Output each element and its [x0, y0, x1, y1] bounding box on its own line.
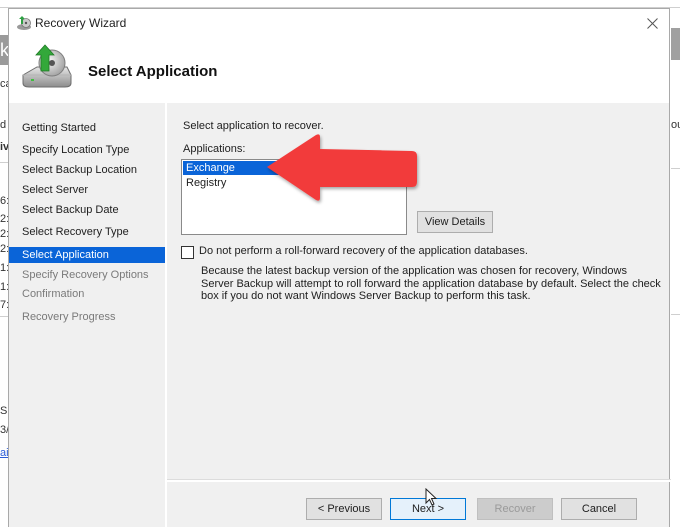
step-select-backup-date: Select Backup Date [22, 204, 119, 216]
list-item-registry[interactable]: Registry [183, 176, 405, 190]
recovery-wizard-icon [17, 16, 31, 30]
background-divider [671, 168, 680, 169]
background-divider [0, 162, 8, 163]
step-select-backup-location: Select Backup Location [22, 164, 137, 176]
background-text-fragment: ca [0, 78, 8, 90]
background-text-fragment: 7: [0, 299, 8, 311]
background-text-fragment: 2: [0, 243, 8, 255]
background-divider [671, 314, 680, 315]
background-text-fragment: 1: [0, 281, 8, 293]
list-item-exchange[interactable]: Exchange [183, 161, 405, 175]
step-confirmation: Confirmation [22, 288, 85, 300]
applications-label: Applications: [183, 143, 246, 155]
step-specify-location-type: Specify Location Type [22, 144, 130, 156]
background-link-fragment[interactable]: ai [0, 447, 8, 459]
step-specify-recovery-options: Specify Recovery Options [22, 269, 149, 281]
background-text-fragment: 6: [0, 195, 8, 207]
cancel-button[interactable]: Cancel [561, 498, 637, 520]
background-text-fragment: ou [671, 119, 680, 131]
wizard-header: Select Application [9, 37, 669, 103]
next-button[interactable]: Next > [390, 498, 466, 520]
previous-button[interactable]: < Previous [306, 498, 382, 520]
step-select-server: Select Server [22, 184, 89, 196]
background-header-fragment-right [671, 28, 680, 60]
wizard-body: Getting Started Specify Location Type Se… [9, 103, 671, 527]
background-text-fragment: d [0, 119, 7, 131]
rollforward-explanation: Because the latest backup version of the… [201, 265, 661, 302]
page-title: Select Application [88, 63, 218, 80]
background-divider [0, 316, 8, 317]
background-text-fragment: 2: [0, 213, 8, 225]
wizard-steps-sidebar: Getting Started Specify Location Type Se… [9, 103, 167, 527]
close-button[interactable] [641, 13, 663, 33]
backup-restore-icon [22, 44, 72, 88]
close-icon [646, 17, 658, 29]
window-title: Recovery Wizard [35, 16, 127, 30]
background-text-fragment: 3/ [0, 424, 8, 436]
rollforward-checkbox[interactable] [181, 246, 194, 259]
footer-divider [167, 479, 671, 482]
applications-listbox[interactable]: Exchange Registry [181, 159, 407, 235]
step-recovery-progress: Recovery Progress [22, 311, 116, 323]
background-text-fragment: Su [0, 405, 8, 417]
rollforward-checkbox-label[interactable]: Do not perform a roll-forward recovery o… [199, 245, 528, 257]
step-getting-started: Getting Started [22, 122, 96, 134]
background-text-fragment: iv [0, 141, 8, 153]
view-details-button[interactable]: View Details [417, 211, 493, 233]
instruction-text: Select application to recover. [183, 120, 324, 132]
background-text-fragment: 1: [0, 262, 8, 274]
step-select-recovery-type: Select Recovery Type [22, 226, 129, 238]
background-text-fragment: 2: [0, 228, 8, 240]
title-bar[interactable]: Recovery Wizard [9, 9, 669, 37]
wizard-content: Select application to recover. Applicati… [167, 103, 669, 473]
recovery-wizard-dialog: Recovery Wizard Select Application Getti… [8, 8, 671, 527]
step-select-application: Select Application [9, 247, 165, 263]
recover-button: Recover [477, 498, 553, 520]
